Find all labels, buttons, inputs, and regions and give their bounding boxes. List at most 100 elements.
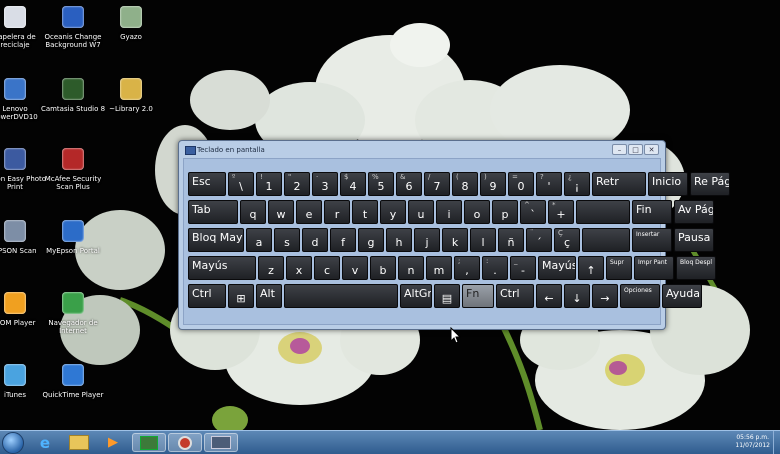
key-f[interactable]: f [330, 228, 356, 252]
key-n[interactable]: n [398, 256, 424, 280]
desktop-icon-myepson[interactable]: MyEpson Portal [38, 218, 108, 255]
key-h[interactable]: h [386, 228, 412, 252]
desktop-icon-library[interactable]: ~Library 2.0 [96, 76, 166, 113]
key-b[interactable]: b [370, 256, 396, 280]
key-pausa[interactable]: Pausa [674, 228, 714, 252]
key-\[interactable]: º \ [228, 172, 254, 196]
key-t[interactable]: t [352, 200, 378, 224]
desktop-icon-chrome[interactable]: Navegador de Internet [38, 290, 108, 335]
key-av-pág[interactable]: Av Pág [674, 200, 714, 224]
key-retr[interactable]: Retr [592, 172, 646, 196]
key-fn[interactable]: Fn [462, 284, 494, 308]
key-▤[interactable]: ▤ [434, 284, 460, 308]
taskbar-media-player[interactable]: ▶ [96, 433, 130, 452]
key-label: c [323, 264, 331, 277]
key-¡[interactable]: ¿ ¡ [564, 172, 590, 196]
key-insertar[interactable]: Insertar [632, 228, 672, 252]
close-button[interactable]: ✕ [644, 144, 659, 155]
desktop-icon-quicktime[interactable]: QuickTime Player [38, 362, 108, 399]
key-ctrl[interactable]: Ctrl [188, 284, 226, 308]
key-'[interactable]: ? ' [536, 172, 562, 196]
key-v[interactable]: v [342, 256, 368, 280]
key-z[interactable]: z [258, 256, 284, 280]
key-r[interactable]: r [324, 200, 350, 224]
key-j[interactable]: j [414, 228, 440, 252]
key-ctrl[interactable]: Ctrl [496, 284, 534, 308]
key-s[interactable]: s [274, 228, 300, 252]
key-mayús[interactable]: Mayús [188, 256, 256, 280]
system-clock[interactable]: 05:56 p.m. 11/07/2012 [735, 434, 770, 450]
key-8[interactable]: (8 [452, 172, 478, 196]
key-k[interactable]: k [442, 228, 468, 252]
key-5[interactable]: % 5 [368, 172, 394, 196]
key-altgr[interactable]: AltGr [400, 284, 432, 308]
minimize-button[interactable]: – [612, 144, 627, 155]
key-supr[interactable]: Supr [606, 256, 632, 280]
key-a[interactable]: a [246, 228, 272, 252]
key-←[interactable]: ← [536, 284, 562, 308]
key-g[interactable]: g [358, 228, 384, 252]
taskbar-ie[interactable]: e [28, 433, 62, 452]
key-ayuda[interactable]: Ayuda [662, 284, 702, 308]
key-⊞[interactable]: ⊞ [228, 284, 254, 308]
key-q[interactable]: q [240, 200, 266, 224]
key-o[interactable]: o [464, 200, 490, 224]
key-↓[interactable]: ↓ [564, 284, 590, 308]
key-x[interactable]: x [286, 256, 312, 280]
key-space[interactable] [284, 284, 398, 308]
key-3[interactable]: · 3 [312, 172, 338, 196]
taskbar-on-screen-keyboard[interactable] [204, 433, 238, 452]
start-button[interactable] [2, 432, 24, 454]
key-l[interactable]: l [470, 228, 496, 252]
key-´[interactable]: ¨ ´ [526, 228, 552, 252]
key-e[interactable]: e [296, 200, 322, 224]
key-inicio[interactable]: Inicio [648, 172, 688, 196]
key-impr-pant[interactable]: Impr Pant [634, 256, 674, 280]
key-alt[interactable]: Alt [256, 284, 282, 308]
taskbar-camtasia[interactable] [132, 433, 166, 452]
key-→[interactable]: → [592, 284, 618, 308]
key-fin[interactable]: Fin [632, 200, 672, 224]
key-ñ[interactable]: ñ [498, 228, 524, 252]
key-.[interactable]: :. [482, 256, 508, 280]
key-bloq-despl[interactable]: Bloq Despl [676, 256, 716, 280]
show-desktop-button[interactable] [773, 431, 780, 454]
key-space[interactable] [582, 228, 630, 252]
key-7[interactable]: /7 [424, 172, 450, 196]
key-4[interactable]: $4 [340, 172, 366, 196]
key-m[interactable]: m [426, 256, 452, 280]
taskbar-explorer[interactable] [62, 433, 96, 452]
key-esc[interactable]: Esc [188, 172, 226, 196]
key-ç[interactable]: Çç [554, 228, 580, 252]
key-↑[interactable]: ↑ [578, 256, 604, 280]
key-bloq-may[interactable]: Bloq May [188, 228, 244, 252]
taskbar-recorder[interactable] [168, 433, 202, 452]
key-p[interactable]: p [492, 200, 518, 224]
desktop-icon-gyazo[interactable]: Gyazo [96, 4, 166, 41]
key-1[interactable]: ! 1 [256, 172, 282, 196]
on-screen-keyboard-window[interactable]: Teclado en pantalla – □ ✕ Esc º \! 1 " 2 · 3 $4%… [178, 140, 730, 330]
key-,[interactable]: ;, [454, 256, 480, 280]
keyboard-icon [211, 436, 231, 449]
key-u[interactable]: u [408, 200, 434, 224]
key--[interactable]: _ - [510, 256, 536, 280]
key-d[interactable]: d [302, 228, 328, 252]
key-mayús[interactable]: Mayús [538, 256, 576, 280]
key-`[interactable]: ^ ` [520, 200, 546, 224]
key-opciones[interactable]: Opciones [620, 284, 660, 308]
key-y[interactable]: y [380, 200, 406, 224]
key-space[interactable] [576, 200, 630, 224]
key-i[interactable]: i [436, 200, 462, 224]
desktop-icon-mcafee[interactable]: McAfee Security Scan Plus [38, 146, 108, 191]
key-label: 6 [405, 180, 413, 193]
key-0[interactable]: = 0 [508, 172, 534, 196]
key-w[interactable]: w [268, 200, 294, 224]
key-2[interactable]: " 2 [284, 172, 310, 196]
key-+[interactable]: * + [548, 200, 574, 224]
key-6[interactable]: & 6 [396, 172, 422, 196]
key-tab[interactable]: Tab [188, 200, 238, 224]
maximize-button[interactable]: □ [628, 144, 643, 155]
key-9[interactable]: ) 9 [480, 172, 506, 196]
key-c[interactable]: c [314, 256, 340, 280]
key-re-pág[interactable]: Re Pág [690, 172, 730, 196]
